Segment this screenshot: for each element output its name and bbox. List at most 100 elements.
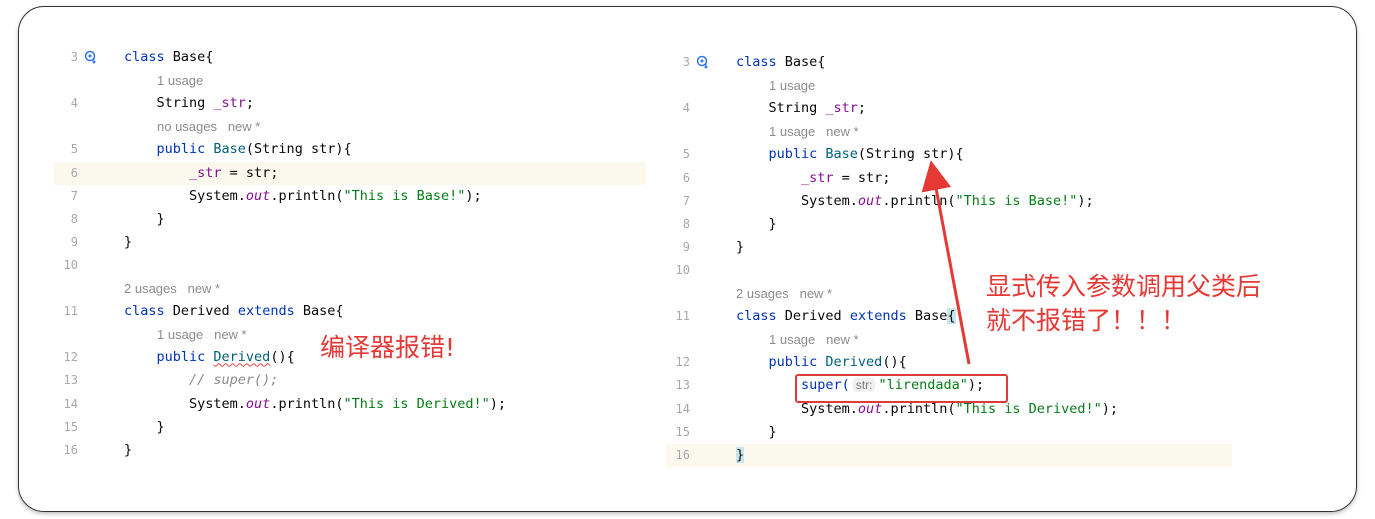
code-token: ); [489, 395, 507, 412]
code-token: extends [849, 308, 915, 325]
code-line[interactable]: 6 _str = str; [54, 161, 646, 185]
right-code-editor[interactable]: 3 class Base{1 usage 4 String _str; 1 usage… [666, 51, 1232, 471]
code-token: } [124, 233, 133, 250]
code-line[interactable]: 15 } [666, 421, 1232, 444]
code-token: class [736, 308, 785, 325]
usage-hint[interactable]: 1 usage new * [769, 328, 859, 351]
right-fix-annotation: 显式传入参数调用父类后 就不报错了！！！ [986, 272, 1262, 335]
line-number: 9 [682, 239, 690, 254]
code-line[interactable]: 6 _str = str; [666, 167, 1232, 190]
line-number: 15 [675, 424, 690, 439]
code-token: ); [1101, 400, 1119, 417]
line-number: 4 [70, 96, 78, 111]
code-line[interactable]: 16} [666, 443, 1232, 467]
code-text: } [124, 231, 132, 254]
code-line[interactable]: 9} [666, 236, 1232, 259]
code-token: public [736, 146, 826, 163]
inlay-hint-row[interactable]: 1 usage new * [666, 120, 1232, 143]
code-token: (String str){ [245, 141, 352, 158]
line-number: 16 [675, 447, 690, 462]
code-text: // super(); [124, 369, 278, 392]
code-line[interactable]: 14 System.out.println("This is Derived!"… [54, 393, 646, 416]
code-line[interactable]: 8 } [666, 213, 1232, 236]
code-token: ); [465, 187, 482, 204]
code-token: { [947, 308, 956, 325]
code-text: } [736, 421, 777, 444]
code-text: } [736, 213, 777, 236]
line-number: 4 [682, 101, 690, 116]
code-text: class Base{ [124, 46, 213, 69]
line-number: 6 [682, 170, 690, 185]
inlay-hint-row[interactable]: 1 usage [54, 69, 646, 92]
code-token: class [124, 303, 173, 320]
code-token: ); [1077, 192, 1094, 209]
code-token: System. [124, 395, 246, 412]
usage-hint[interactable]: 1 usage [769, 74, 815, 97]
line-number: 6 [70, 165, 78, 180]
code-text: System.out.println("This is Derived!"); [124, 393, 506, 416]
code-line[interactable]: 3 class Base{ [666, 51, 1232, 74]
line-number: 11 [63, 304, 78, 319]
code-text: System.out.println("This is Base!"); [736, 190, 1094, 213]
line-number: 16 [63, 442, 78, 457]
code-token: } [124, 441, 133, 458]
line-number: 12 [63, 350, 78, 365]
code-line[interactable]: 9} [54, 231, 646, 254]
usage-hint[interactable]: 2 usages new * [736, 282, 832, 305]
code-line[interactable]: 10 [54, 254, 646, 277]
code-line[interactable]: 16} [54, 439, 646, 462]
code-token: (){ [882, 354, 907, 371]
code-token: = str; [221, 164, 279, 181]
code-line[interactable]: 15 } [54, 416, 646, 439]
code-text: } [736, 236, 744, 259]
code-token: .println( [270, 395, 344, 412]
usage-hint[interactable]: no usages new * [157, 115, 260, 138]
code-line[interactable]: 8 } [54, 208, 646, 231]
code-token: _str [124, 164, 222, 181]
code-token: public [124, 141, 214, 158]
inlay-hint-row[interactable]: 2 usages new * [54, 277, 646, 300]
code-text: public Derived(){ [736, 351, 907, 374]
override-icon[interactable] [696, 55, 710, 69]
code-line[interactable]: 4 String _str; [54, 92, 646, 115]
code-text: System.out.println("This is Base!"); [124, 185, 482, 208]
code-line[interactable]: 7 System.out.println("This is Base!"); [54, 185, 646, 208]
code-token: class [124, 49, 173, 65]
line-number: 5 [682, 147, 690, 162]
code-token: Base{ [784, 54, 826, 70]
inlay-hint-row[interactable]: no usages new * [54, 115, 646, 138]
code-token: public [736, 354, 826, 371]
code-line[interactable]: 4 String _str; [666, 97, 1232, 120]
code-token: out [245, 187, 271, 204]
usage-hint[interactable]: 1 usage new * [157, 323, 247, 346]
code-text: String _str; [736, 97, 867, 120]
code-line[interactable]: 12 public Derived(){ [666, 351, 1232, 374]
code-line[interactable]: 5 public Base(String str){ [54, 138, 646, 161]
code-token: Derived [213, 349, 271, 366]
code-text: _str = str; [736, 167, 890, 190]
code-token: Base{ [172, 49, 214, 65]
code-token: Base [914, 308, 948, 325]
usage-hint[interactable]: 1 usage new * [769, 120, 859, 143]
line-number: 13 [63, 373, 78, 388]
left-code-editor[interactable]: 3 class Base{1 usage 4 String _str; no usag… [54, 46, 646, 466]
code-token: } [124, 210, 165, 227]
inlay-hint-row[interactable]: 1 usage [666, 74, 1232, 97]
code-line[interactable]: 13 // super(); [54, 369, 646, 392]
code-token: Derived [172, 303, 238, 320]
line-number: 8 [70, 211, 78, 226]
code-token: Base [213, 141, 246, 158]
code-text: _str = str; [124, 162, 278, 185]
code-line[interactable]: 5 public Base(String str){ [666, 143, 1232, 166]
code-line[interactable]: 3 class Base{ [54, 46, 646, 69]
usage-hint[interactable]: 2 usages new * [124, 277, 220, 300]
override-icon[interactable] [84, 50, 98, 64]
code-token: Derived [825, 354, 883, 371]
code-token: System. [736, 192, 858, 209]
code-token: .println( [270, 187, 344, 204]
code-line[interactable]: 7 System.out.println("This is Base!"); [666, 190, 1232, 213]
code-text: String _str; [124, 92, 255, 115]
usage-hint[interactable]: 1 usage [157, 69, 203, 92]
code-line[interactable]: 11 class Derived extends Base{ [54, 300, 646, 323]
code-text: } [736, 444, 745, 467]
